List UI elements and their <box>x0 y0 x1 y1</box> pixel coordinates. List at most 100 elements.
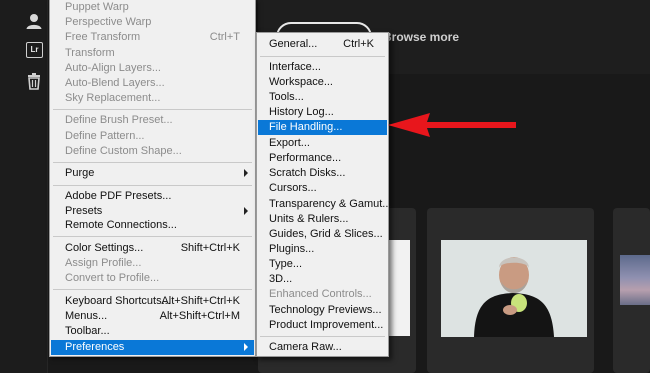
menu-separator <box>53 185 252 186</box>
submenu-arrow-icon <box>244 207 248 215</box>
menu-item-label: Define Brush Preset... <box>65 114 173 126</box>
menu-item-label: Puppet Warp <box>65 1 129 13</box>
preferences-submenu: General... Ctrl+K Interface... Workspace… <box>256 32 391 357</box>
menu-item-product-improvement[interactable]: Product Improvement... <box>258 318 387 332</box>
menu-item-label: Performance... <box>269 152 342 164</box>
menu-item-label: Camera Raw... <box>269 341 342 353</box>
menu-item-label: Presets <box>65 205 103 217</box>
menu-item-tools[interactable]: Tools... <box>258 90 387 104</box>
menu-item-plugins[interactable]: Plugins... <box>258 242 387 256</box>
menu-item-label: Units & Rulers... <box>269 213 349 225</box>
menu-separator <box>53 109 252 110</box>
menu-item-3d[interactable]: 3D... <box>258 272 387 286</box>
submenu-arrow-icon <box>244 343 248 351</box>
photo-thumbnail <box>620 255 650 305</box>
menu-item-label: Tools... <box>269 91 304 103</box>
menu-separator <box>260 336 385 337</box>
menu-item-technology-previews[interactable]: Technology Previews... <box>258 303 387 317</box>
annotation-arrow-icon <box>388 113 516 137</box>
menu-item-toolbar[interactable]: Toolbar... <box>51 324 254 338</box>
menu-item-label: Auto-Align Layers... <box>65 62 161 74</box>
menu-separator <box>260 56 385 57</box>
menu-item-export[interactable]: Export... <box>258 136 387 150</box>
menu-item-shortcut: Alt+Shift+Ctrl+M <box>159 310 240 322</box>
menu-separator <box>53 162 252 163</box>
menu-item-performance[interactable]: Performance... <box>258 151 387 165</box>
menu-item-color-settings[interactable]: Color Settings... Shift+Ctrl+K <box>51 241 254 255</box>
file-thumbnail <box>388 240 410 336</box>
menu-item-shortcut: Shift+Ctrl+K <box>180 242 240 254</box>
menu-item-label: Technology Previews... <box>269 304 382 316</box>
lightroom-icon[interactable]: Lr <box>26 42 43 58</box>
menu-item-label: General... <box>269 38 318 50</box>
menu-item-label: Transform <box>65 47 115 59</box>
menu-item-define-custom-shape[interactable]: Define Custom Shape... <box>51 144 254 158</box>
menu-item-label: Scratch Disks... <box>269 167 346 179</box>
menu-item-label: Export... <box>269 137 310 149</box>
menu-item-assign-profile[interactable]: Assign Profile... <box>51 256 254 270</box>
menu-item-purge[interactable]: Purge <box>51 166 254 180</box>
menu-item-label: Type... <box>269 258 303 270</box>
menu-item-label: Workspace... <box>269 76 333 88</box>
edit-menu: Puppet Warp Perspective Warp Free Transf… <box>49 0 256 357</box>
menu-item-label: Cursors... <box>269 182 317 194</box>
menu-item-general[interactable]: General... Ctrl+K <box>258 37 387 51</box>
menu-item-label: Remote Connections... <box>65 219 177 231</box>
menu-item-presets[interactable]: Presets <box>51 204 254 218</box>
menu-item-interface[interactable]: Interface... <box>258 60 387 74</box>
menu-item-preferences[interactable]: Preferences <box>51 340 254 355</box>
menu-item-label: Product Improvement... <box>269 319 384 331</box>
menu-item-menus[interactable]: Menus... Alt+Shift+Ctrl+M <box>51 309 254 323</box>
photo-thumbnail <box>441 240 587 337</box>
menu-item-label: Keyboard Shortcuts... <box>65 295 171 307</box>
menu-item-enhanced-controls[interactable]: Enhanced Controls... <box>258 287 387 301</box>
menu-item-puppet-warp[interactable]: Puppet Warp <box>51 0 254 14</box>
user-icon[interactable] <box>25 12 43 30</box>
menu-item-perspective-warp[interactable]: Perspective Warp <box>51 15 254 29</box>
menu-item-shortcut: Ctrl+T <box>209 31 240 43</box>
menu-item-scratch-disks[interactable]: Scratch Disks... <box>258 166 387 180</box>
menu-item-label: Preferences <box>65 341 125 353</box>
menu-item-label: Free Transform <box>65 31 141 43</box>
menu-item-camera-raw[interactable]: Camera Raw... <box>258 340 387 354</box>
menu-item-workspace[interactable]: Workspace... <box>258 75 387 89</box>
menu-item-guides-grid-slices[interactable]: Guides, Grid & Slices... <box>258 227 387 241</box>
menu-item-auto-blend-layers[interactable]: Auto-Blend Layers... <box>51 76 254 90</box>
menu-item-cursors[interactable]: Cursors... <box>258 181 387 195</box>
left-sidebar: Lr <box>0 0 48 373</box>
menu-item-define-pattern[interactable]: Define Pattern... <box>51 129 254 143</box>
menu-item-convert-to-profile[interactable]: Convert to Profile... <box>51 271 254 285</box>
menu-item-label: Define Custom Shape... <box>65 145 182 157</box>
browse-more-link[interactable]: Browse more <box>383 30 459 44</box>
menu-item-label: Color Settings... <box>65 242 144 254</box>
menu-item-label: 3D... <box>269 273 293 285</box>
menu-item-type[interactable]: Type... <box>258 257 387 271</box>
menu-item-label: Menus... <box>65 310 108 322</box>
menu-item-free-transform[interactable]: Free Transform Ctrl+T <box>51 30 254 44</box>
menu-item-label: Define Pattern... <box>65 130 145 142</box>
menu-item-adobe-pdf-presets[interactable]: Adobe PDF Presets... <box>51 189 254 203</box>
submenu-arrow-icon <box>244 169 248 177</box>
menu-item-label: File Handling... <box>269 121 343 133</box>
menu-item-label: Sky Replacement... <box>65 92 161 104</box>
menu-separator <box>53 289 252 290</box>
menu-item-label: Convert to Profile... <box>65 272 160 284</box>
menu-item-auto-align-layers[interactable]: Auto-Align Layers... <box>51 61 254 75</box>
menu-item-label: Purge <box>65 167 95 179</box>
menu-item-shortcut: Alt+Shift+Ctrl+K <box>161 295 240 307</box>
menu-item-label: Assign Profile... <box>65 257 142 269</box>
menu-item-remote-connections[interactable]: Remote Connections... <box>51 218 254 232</box>
trash-icon[interactable] <box>25 72 43 90</box>
menu-item-label: Enhanced Controls... <box>269 288 372 300</box>
menu-item-units-rulers[interactable]: Units & Rulers... <box>258 212 387 226</box>
menu-item-keyboard-shortcuts[interactable]: Keyboard Shortcuts... Alt+Shift+Ctrl+K <box>51 294 254 308</box>
menu-item-define-brush-preset[interactable]: Define Brush Preset... <box>51 113 254 127</box>
menu-item-label: Auto-Blend Layers... <box>65 77 165 89</box>
menu-item-label: Interface... <box>269 61 321 73</box>
menu-item-transform[interactable]: Transform <box>51 46 254 60</box>
menu-item-label: Perspective Warp <box>65 16 152 28</box>
menu-item-file-handling[interactable]: File Handling... <box>258 120 387 135</box>
menu-item-transparency-gamut[interactable]: Transparency & Gamut... <box>258 197 391 211</box>
menu-item-history-log[interactable]: History Log... <box>258 105 387 119</box>
menu-item-sky-replacement[interactable]: Sky Replacement... <box>51 91 254 105</box>
